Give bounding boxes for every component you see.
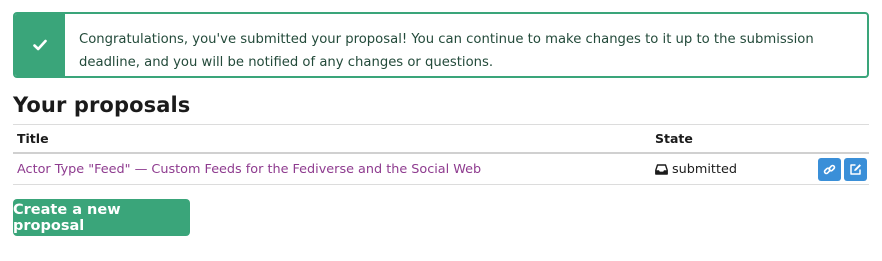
table-row: Actor Type "Feed" — Custom Feeds for the… [13,154,869,185]
link-button[interactable] [818,157,841,181]
page-title: Your proposals [13,93,191,117]
proposals-table: Title State Actor Type "Feed" — Custom F… [13,124,869,185]
title-cell: Actor Type "Feed" — Custom Feeds for the… [13,162,651,177]
row-actions [811,157,869,181]
state-label: submitted [672,161,737,177]
column-header-title: Title [17,131,49,146]
success-alert: Congratulations, you've submitted your p… [13,12,869,78]
table-header: Title State [13,125,869,154]
alert-message: Congratulations, you've submitted your p… [79,32,814,70]
edit-button[interactable] [844,157,867,181]
state-cell: submitted [651,162,811,177]
link-icon [823,164,836,174]
page: Congratulations, you've submitted your p… [0,0,882,261]
edit-icon [850,163,861,175]
create-proposal-button[interactable]: Create a new proposal [13,199,190,236]
column-header-state: State [655,131,693,146]
inbox-icon [655,163,668,175]
proposal-title-link[interactable]: Actor Type "Feed" — Custom Feeds for the… [17,162,481,177]
alert-icon-box [15,14,65,76]
check-icon [33,39,47,51]
